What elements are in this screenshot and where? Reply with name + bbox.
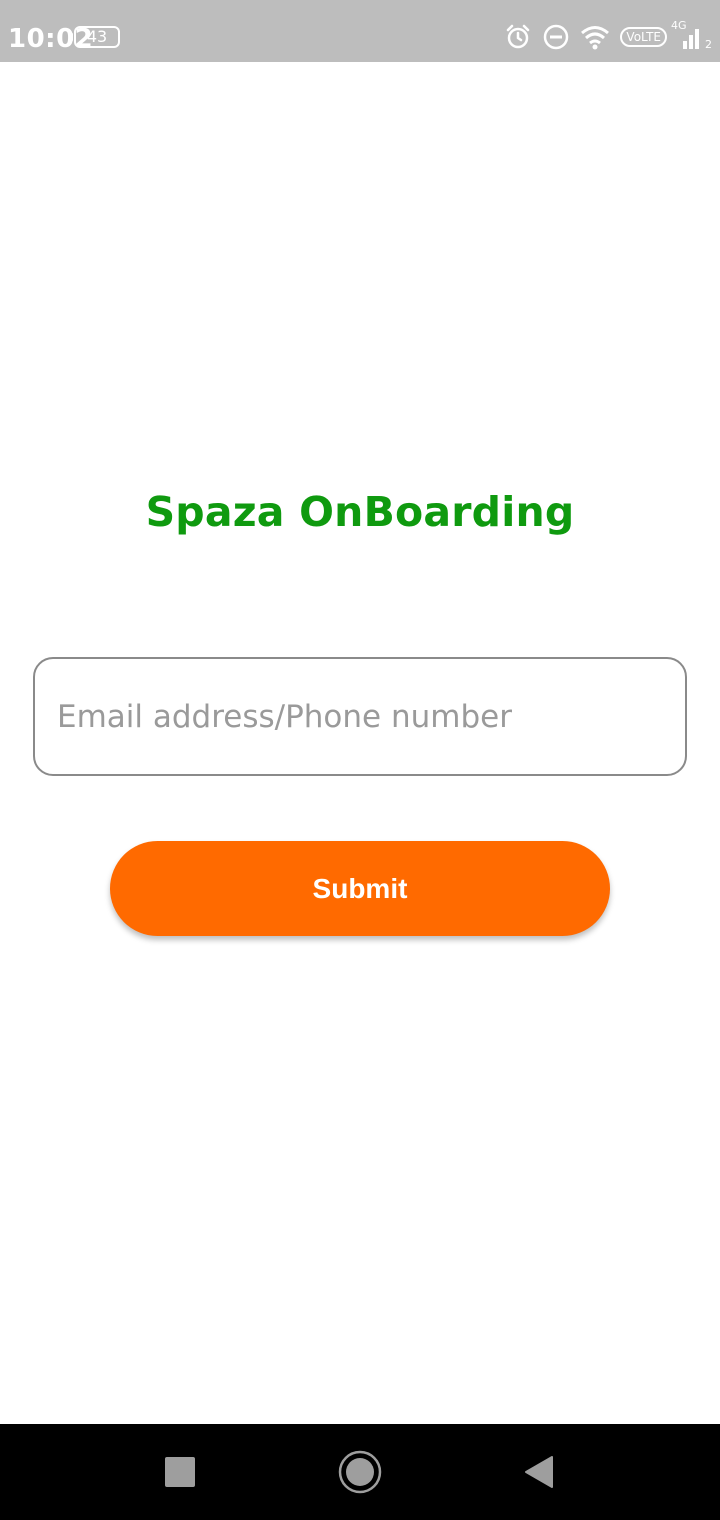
submit-button[interactable]: Submit (110, 841, 610, 936)
alarm-icon (504, 23, 532, 51)
page-title: Spaza OnBoarding (145, 488, 575, 536)
recent-apps-button[interactable] (156, 1448, 204, 1496)
network-type-label: 4G (671, 19, 687, 32)
status-bar: 10:02 43 VoLTE 4G 2 (0, 0, 720, 62)
volte-icon: VoLTE (620, 27, 667, 47)
do-not-disturb-icon (542, 23, 570, 51)
volte-label: VoLTE (620, 27, 667, 47)
back-icon (525, 1456, 553, 1488)
back-button[interactable] (514, 1448, 562, 1496)
sim-slot-label: 2 (705, 38, 712, 51)
status-icons: VoLTE 4G 2 (494, 19, 712, 52)
navigation-bar (0, 1424, 720, 1520)
signal-icon: 4G 2 (671, 19, 712, 51)
home-icon (338, 1450, 382, 1494)
battery-indicator: 43 (70, 26, 120, 48)
wifi-icon (580, 24, 610, 50)
home-button[interactable] (336, 1448, 384, 1496)
identifier-input[interactable] (33, 657, 687, 776)
recent-apps-icon (165, 1457, 195, 1487)
